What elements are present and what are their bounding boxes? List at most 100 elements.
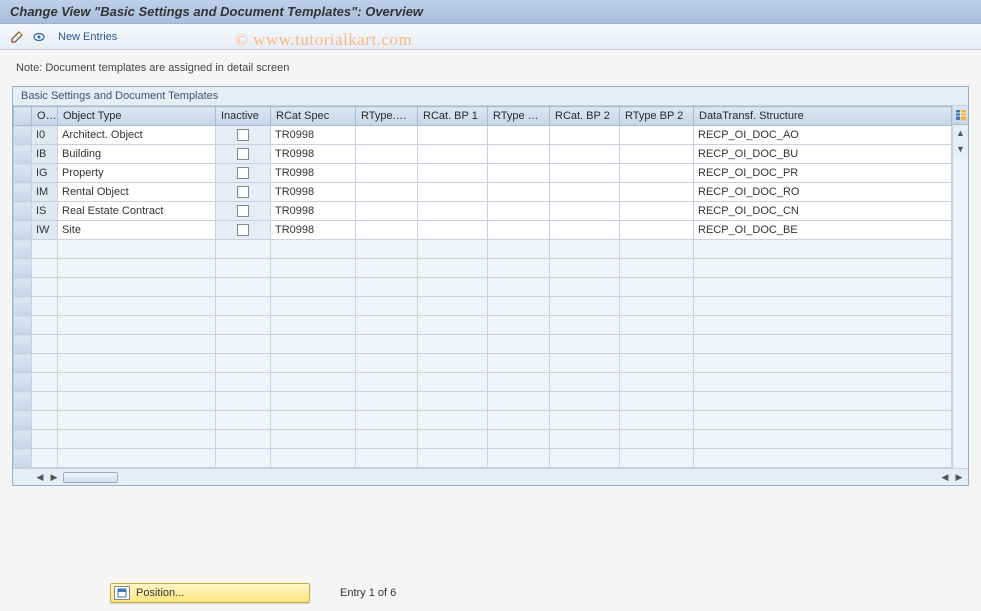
cell-data-transf[interactable]: RECP_OI_DOC_PR xyxy=(694,164,952,183)
row-selector[interactable] xyxy=(14,297,32,316)
row-selector[interactable] xyxy=(14,126,32,145)
vscroll-track[interactable] xyxy=(954,157,968,468)
table-row[interactable]: IMRental ObjectTR0998RECP_OI_DOC_RO xyxy=(14,183,952,202)
cell-object-type[interactable]: Site xyxy=(58,221,216,240)
cell-object-type[interactable]: Property xyxy=(58,164,216,183)
cell-object-type[interactable]: Building xyxy=(58,145,216,164)
cell-rtype-b[interactable] xyxy=(488,202,550,221)
hscroll-thumb[interactable] xyxy=(63,472,118,483)
cell-rcat-bp2[interactable] xyxy=(550,145,620,164)
cell-data-transf[interactable]: RECP_OI_DOC_AO xyxy=(694,126,952,145)
toggle-display-change-icon[interactable] xyxy=(8,28,26,46)
other-view-icon[interactable] xyxy=(30,28,48,46)
table-row[interactable] xyxy=(14,373,952,392)
cell-data-transf[interactable]: RECP_OI_DOC_BE xyxy=(694,221,952,240)
horizontal-scrollbar[interactable]: ◀ ▶ ◀ ▶ xyxy=(13,468,968,485)
table-row[interactable]: ISReal Estate Contract TR0998 RECP_OI_DOC_… xyxy=(14,202,952,221)
cell-rtype-bp2[interactable] xyxy=(620,202,694,221)
cell-rcat-bp1[interactable] xyxy=(418,202,488,221)
cell-inactive[interactable] xyxy=(216,164,271,183)
cell-rcat-spec[interactable]: TR0998 xyxy=(271,221,356,240)
scroll-left-icon[interactable]: ◀ xyxy=(33,470,47,484)
table-row[interactable] xyxy=(14,297,952,316)
table-row[interactable]: I0Architect. Object TR0998 RECP_OI_DOC_AO xyxy=(14,126,952,145)
row-selector[interactable] xyxy=(14,335,32,354)
cell-rtype-b[interactable] xyxy=(488,183,550,202)
cell-rcat-bp2[interactable] xyxy=(550,221,620,240)
cell-data-transf[interactable]: RECP_OI_DOC_CN xyxy=(694,202,952,221)
cell-inactive[interactable] xyxy=(216,221,271,240)
table-row[interactable] xyxy=(14,278,952,297)
row-selector[interactable] xyxy=(14,373,32,392)
table-row[interactable]: IGPropertyTR0998RECP_OI_DOC_PR xyxy=(14,164,952,183)
header-inactive[interactable]: Inactive xyxy=(216,107,271,126)
cell-rtype-s[interactable] xyxy=(356,126,418,145)
header-selector[interactable] xyxy=(14,107,32,126)
row-selector[interactable] xyxy=(14,164,32,183)
table-row[interactable]: IWSite TR0998 RECP_OI_DOC_BE xyxy=(14,221,952,240)
cell-rcat-spec[interactable]: TR0998 xyxy=(271,126,356,145)
table-row[interactable] xyxy=(14,411,952,430)
cell-data-transf[interactable]: RECP_OI_DOC_BU xyxy=(694,145,952,164)
cell-ot[interactable]: I0 xyxy=(32,126,58,145)
table-row[interactable]: IBBuilding TR0998 RECP_OI_DOC_BU xyxy=(14,145,952,164)
table-row[interactable] xyxy=(14,354,952,373)
cell-ot[interactable]: IW xyxy=(32,221,58,240)
cell-rcat-bp1[interactable] xyxy=(418,183,488,202)
table-row[interactable] xyxy=(14,259,952,278)
inactive-checkbox[interactable] xyxy=(237,148,249,160)
inactive-checkbox[interactable] xyxy=(237,167,249,179)
cell-inactive[interactable] xyxy=(216,126,271,145)
cell-rcat-spec[interactable]: TR0998 xyxy=(271,164,356,183)
cell-inactive[interactable] xyxy=(216,202,271,221)
cell-object-type[interactable]: Rental Object xyxy=(58,183,216,202)
cell-rtype-s[interactable] xyxy=(356,221,418,240)
cell-ot[interactable]: IS xyxy=(32,202,58,221)
cell-rtype-s[interactable] xyxy=(356,202,418,221)
cell-rcat-bp1[interactable] xyxy=(418,145,488,164)
header-data-transf[interactable]: DataTransf. Structure xyxy=(694,107,952,126)
row-selector[interactable] xyxy=(14,392,32,411)
header-rcat-spec[interactable]: RCat Spec xyxy=(271,107,356,126)
cell-rtype-b[interactable] xyxy=(488,126,550,145)
cell-rtype-bp2[interactable] xyxy=(620,164,694,183)
row-selector[interactable] xyxy=(14,202,32,221)
cell-object-type[interactable]: Architect. Object xyxy=(58,126,216,145)
row-selector[interactable] xyxy=(14,145,32,164)
cell-rcat-bp2[interactable] xyxy=(550,126,620,145)
row-selector[interactable] xyxy=(14,430,32,449)
scroll-left-end-icon[interactable]: ◀ xyxy=(938,470,952,484)
header-ot[interactable]: OT xyxy=(32,107,58,126)
table-row[interactable] xyxy=(14,335,952,354)
header-object-type[interactable]: Object Type xyxy=(58,107,216,126)
cell-object-type[interactable]: Real Estate Contract xyxy=(58,202,216,221)
cell-inactive[interactable] xyxy=(216,183,271,202)
header-rtype-b[interactable]: RType B... xyxy=(488,107,550,126)
cell-rtype-s[interactable] xyxy=(356,145,418,164)
cell-ot[interactable]: IB xyxy=(32,145,58,164)
cell-rtype-b[interactable] xyxy=(488,145,550,164)
scroll-right-end-icon[interactable]: ▶ xyxy=(952,470,966,484)
cell-rcat-bp1[interactable] xyxy=(418,164,488,183)
cell-rtype-b[interactable] xyxy=(488,221,550,240)
cell-rtype-bp2[interactable] xyxy=(620,126,694,145)
inactive-checkbox[interactable] xyxy=(237,205,249,217)
row-selector[interactable] xyxy=(14,240,32,259)
cell-rtype-bp2[interactable] xyxy=(620,145,694,164)
row-selector[interactable] xyxy=(14,278,32,297)
table-row[interactable] xyxy=(14,392,952,411)
header-rcat-bp2[interactable]: RCat. BP 2 xyxy=(550,107,620,126)
inactive-checkbox[interactable] xyxy=(237,224,249,236)
new-entries-link[interactable]: New Entries xyxy=(58,31,117,43)
cell-rcat-spec[interactable]: TR0998 xyxy=(271,145,356,164)
header-rtype-s[interactable]: RType.S... xyxy=(356,107,418,126)
header-rcat-bp1[interactable]: RCat. BP 1 xyxy=(418,107,488,126)
cell-rtype-bp2[interactable] xyxy=(620,183,694,202)
cell-rcat-bp2[interactable] xyxy=(550,183,620,202)
cell-data-transf[interactable]: RECP_OI_DOC_RO xyxy=(694,183,952,202)
header-rtype-bp2[interactable]: RType BP 2 xyxy=(620,107,694,126)
row-selector[interactable] xyxy=(14,259,32,278)
cell-rcat-spec[interactable]: TR0998 xyxy=(271,202,356,221)
vertical-scrollbar[interactable]: ▲ ▼ xyxy=(952,106,968,468)
table-row[interactable] xyxy=(14,449,952,468)
